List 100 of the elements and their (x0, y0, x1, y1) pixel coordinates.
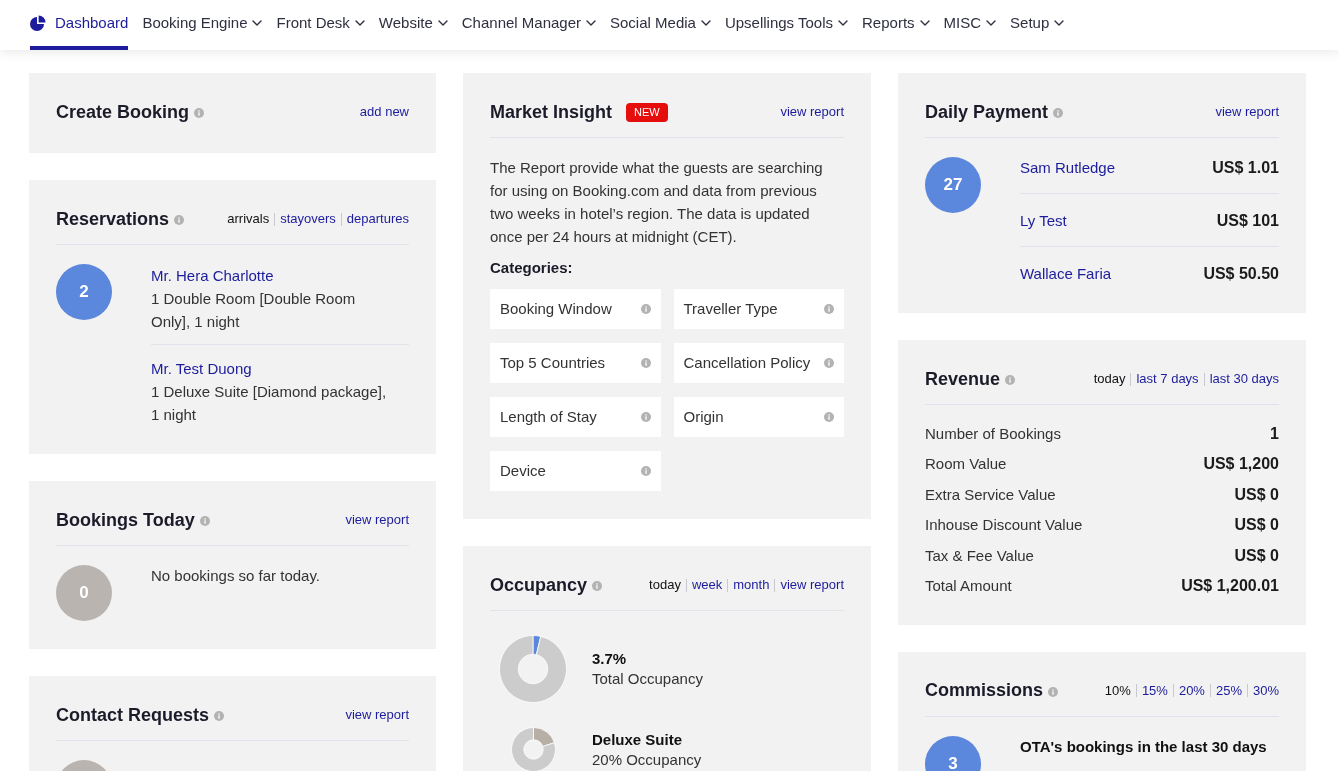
header-link[interactable]: 30% (1252, 681, 1279, 701)
info-icon (640, 358, 651, 368)
pie-chart-icon (30, 15, 46, 31)
payment-count: 27 (925, 157, 981, 213)
empty-message: No bookings so far today. (151, 566, 320, 586)
chevron-down-icon (437, 20, 448, 26)
header-link[interactable]: month (733, 575, 770, 595)
booking-detail: 1 Deluxe Suite [Diamond package], 1 night (151, 382, 388, 425)
category-button[interactable]: Top 5 Countries (490, 343, 661, 383)
nav-item[interactable]: Upsellings Tools (724, 0, 849, 50)
nav-item[interactable]: Social Media (610, 0, 711, 50)
card-title: Bookings Today (56, 508, 195, 532)
summary-value: US$ 1,200.01 (1181, 575, 1279, 596)
summary-value: US$ 0 (1234, 515, 1279, 536)
booking-detail: 1 Double Room [Double Room Only], 1 night (151, 289, 357, 332)
summary-label: Inhouse Discount Value (925, 515, 1083, 536)
nav-item[interactable]: Website (378, 0, 448, 50)
category-button[interactable]: Booking Window (490, 289, 661, 329)
chevron-down-icon (838, 20, 849, 26)
nav-item[interactable]: Front Desk (276, 0, 365, 50)
header-link[interactable]: 15% (1141, 681, 1168, 701)
category-button[interactable]: Origin (673, 397, 844, 437)
info-icon (640, 466, 651, 476)
info-icon (640, 412, 651, 422)
header-link[interactable]: view report (1215, 102, 1279, 122)
category-button[interactable]: Device (490, 451, 661, 491)
nav-item[interactable]: MISC (943, 0, 997, 50)
chevron-down-icon (1054, 20, 1065, 26)
header-link[interactable]: add new (359, 102, 409, 122)
reservation-count: 2 (56, 264, 112, 320)
header-link[interactable]: last 7 days (1136, 369, 1199, 389)
summary-label: Total Amount (925, 575, 1012, 596)
card-title: Revenue (925, 367, 1001, 391)
occupancy-caption: 20% Occupancy (592, 749, 702, 770)
new-label: NEW (626, 102, 668, 122)
guest-name-link[interactable]: Ly Test (1020, 210, 1067, 232)
summary-label: Number of Bookings (925, 424, 1061, 444)
header-link[interactable]: view report (345, 510, 409, 530)
card-title: Contact Requests (56, 703, 210, 727)
summary-value: US$ 0 (1234, 545, 1279, 566)
card-title: Occupancy (490, 573, 588, 597)
commission-heading: OTA's bookings in the last 30 days (1020, 736, 1267, 757)
chevron-down-icon (986, 20, 997, 26)
info-icon (824, 412, 834, 422)
header-link[interactable]: today (649, 575, 681, 595)
header-link[interactable]: stayovers (280, 209, 336, 229)
info-icon (824, 304, 834, 314)
category-button[interactable]: Traveller Type (673, 289, 844, 329)
header-link[interactable]: view report (780, 575, 844, 595)
summary-label: Tax & Fee Value (925, 545, 1034, 566)
chevron-down-icon (700, 20, 711, 26)
header-link[interactable]: 25% (1215, 681, 1242, 701)
occupancy-heading: 3.7% (592, 649, 628, 669)
card-title: Daily Payment (925, 100, 1049, 124)
category-button[interactable]: Cancellation Policy (673, 343, 844, 383)
category-button[interactable]: Length of Stay (490, 397, 661, 437)
categories-label: Categories: (490, 258, 574, 278)
guest-name-link[interactable]: Sam Rutledge (1020, 157, 1116, 179)
summary-value: US$ 1,200 (1203, 454, 1279, 475)
insight-description: The Report provide what the guests are searching for using on Booking.com and data from previous two weeks in hotel’s region. The data is updated once per 24 hours at midnight (CET). (490, 158, 824, 247)
nav-item[interactable]: Reports (862, 0, 930, 50)
chevron-down-icon (919, 20, 930, 26)
header-link[interactable]: 20% (1178, 681, 1205, 701)
payment-amount: US$ 101 (1216, 211, 1279, 231)
header-link[interactable]: 10% (1104, 681, 1131, 701)
guest-name-link[interactable]: Mr. Hera Charlotte (151, 264, 274, 287)
header-link[interactable]: departures (346, 209, 409, 229)
summary-label: Extra Service Value (925, 484, 1056, 505)
nav-item[interactable]: Channel Manager (461, 0, 596, 50)
header-link[interactable]: view report (780, 102, 844, 122)
occupancy-caption: Total Occupancy (592, 669, 703, 689)
card-title: Commissions (925, 679, 1044, 703)
remaining-slice (510, 727, 556, 771)
payment-amount: US$ 50.50 (1203, 264, 1279, 284)
remaining-slice (499, 635, 567, 703)
commission-count: 3 (925, 735, 981, 771)
header-link[interactable]: last 30 days (1209, 369, 1279, 389)
header-link[interactable]: arrivals (227, 209, 270, 229)
info-icon (824, 358, 834, 368)
chevron-down-icon (252, 20, 263, 26)
guest-name-link[interactable]: Mr. Test Duong (151, 357, 252, 380)
payment-amount: US$ 1.01 (1212, 158, 1279, 178)
chevron-down-icon (586, 20, 596, 26)
info-icon (640, 304, 651, 314)
card-title: Market Insight (490, 100, 613, 124)
nav-item[interactable]: Setup (1010, 0, 1065, 50)
nav-item[interactable]: Dashboard (30, 0, 129, 50)
count-indicator: 0 (56, 565, 112, 621)
guest-name-link[interactable]: Wallace Faria (1020, 263, 1112, 285)
summary-label: Room Value (925, 454, 1007, 475)
chevron-down-icon (354, 20, 365, 26)
summary-value: US$ 0 (1234, 484, 1279, 505)
card-title: Reservations (56, 207, 170, 231)
summary-value: 1 (1270, 424, 1279, 444)
occupancy-heading: Deluxe Suite (592, 729, 684, 750)
header-link[interactable]: view report (345, 705, 409, 725)
nav-item[interactable]: Booking Engine (142, 0, 263, 50)
header-link[interactable]: week (691, 575, 723, 595)
card-title: Create Booking (56, 100, 190, 124)
header-link[interactable]: today (1093, 369, 1126, 389)
